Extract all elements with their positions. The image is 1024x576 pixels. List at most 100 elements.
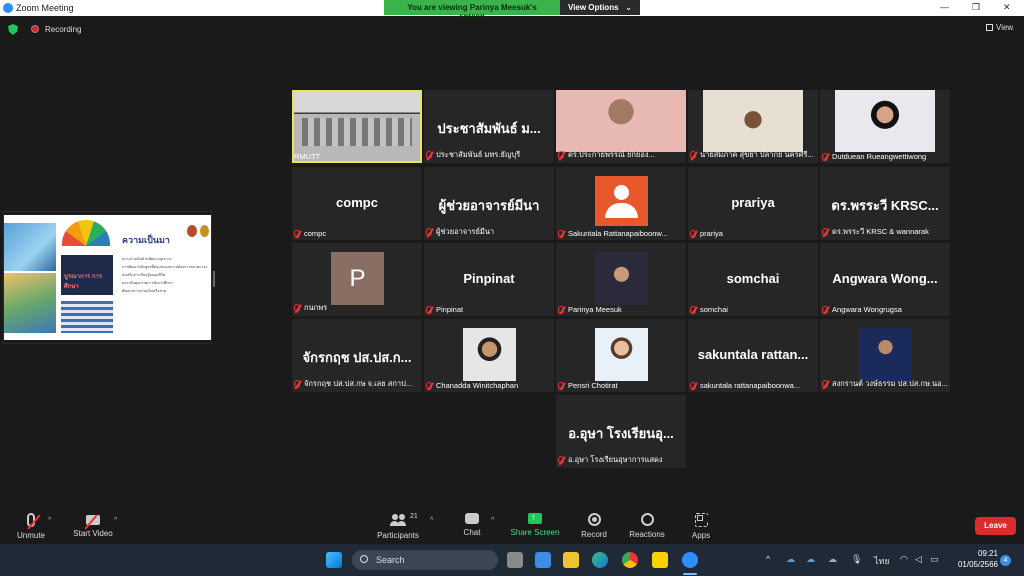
slide-bullet: ยกระดับคุณภาพการจัดการศึกษา <box>122 281 173 285</box>
unmute-button[interactable]: Unmute <box>14 513 48 540</box>
apps-button[interactable]: Apps <box>689 513 713 540</box>
chat-options-caret[interactable]: ^ <box>491 517 494 524</box>
file-explorer-icon[interactable] <box>563 552 579 568</box>
participant-name: sakuntala rattanapaiboonwa... <box>700 381 801 390</box>
language-indicator[interactable]: ไทย <box>874 554 890 568</box>
participant-video <box>595 252 648 305</box>
participant-name: จักรกฤช ปส.ปส.กษ จ.เลย สกาป... <box>304 379 413 388</box>
participants-options-caret[interactable]: ^ <box>430 517 433 524</box>
taskbar-search-box[interactable]: Search <box>352 550 498 570</box>
chrome-browser-icon[interactable] <box>622 552 638 568</box>
cloud-offline-icon[interactable]: ☁ <box>828 554 837 565</box>
battery-icon[interactable]: ▭ <box>930 554 939 565</box>
volume-icon[interactable]: ◁ <box>915 554 922 565</box>
notification-badge[interactable]: 4 <box>1000 555 1011 566</box>
participant-tile[interactable]: นายสมภาค สุขยา ปลากย นครศรี... <box>688 90 818 163</box>
zoom-taskbar-icon[interactable] <box>682 552 698 568</box>
participant-tile[interactable]: somchai somchai <box>688 243 818 316</box>
clock-date: 01/05/2566 <box>957 560 998 569</box>
windows-start-icon[interactable] <box>326 552 342 568</box>
muted-mic-icon <box>294 380 300 388</box>
participant-name: prariya <box>700 229 723 238</box>
share-screen-button[interactable]: Share Screen <box>509 512 561 537</box>
window-title: Zoom Meeting <box>16 3 74 13</box>
participant-tile[interactable]: Chanadda Winitchaphan <box>424 319 554 392</box>
participant-nameplate: sakuntala rattanapaiboonwa... <box>690 381 800 390</box>
participant-name: สงกรานต์ วงษ์ธรรม ปส.ปส.กษ.นอ... <box>832 379 948 388</box>
security-shield-icon[interactable] <box>8 24 18 35</box>
participant-tile[interactable]: P กนกพร <box>292 243 422 316</box>
onedrive-icon[interactable]: ☁ <box>786 554 795 565</box>
record-label: Record <box>581 530 607 539</box>
start-video-button[interactable]: Start Video <box>70 513 116 538</box>
muted-mic-icon <box>558 381 564 390</box>
participant-tile[interactable]: Sakuntala Rattanapaiboonw... <box>556 167 686 240</box>
view-options-button[interactable]: View Options ⌄ <box>560 0 640 15</box>
participant-tile[interactable]: ประชาสัมพันธ์ ม... ประชาสัมพันธ์ มทร.ธัญบ… <box>424 90 554 163</box>
sticky-notes-icon[interactable] <box>652 552 668 568</box>
app-l-icon[interactable] <box>535 552 551 568</box>
muted-mic-icon <box>822 380 828 388</box>
participant-tile[interactable]: Dutduean Rueangwettiwong <box>820 90 950 163</box>
wifi-icon[interactable]: ◠ <box>900 554 908 565</box>
view-button[interactable]: View <box>986 23 1013 32</box>
edge-browser-icon[interactable] <box>592 552 608 568</box>
slide-book-text: บูรณาการ การศึกษา <box>64 274 103 290</box>
tray-overflow-button[interactable]: ^ <box>766 554 770 564</box>
participant-name: Sakuntala Rattanapaiboonw... <box>568 229 668 238</box>
participant-tile[interactable]: prariya prariya <box>688 167 818 240</box>
participant-tile[interactable]: ผู้ช่วยอาจารย์มีนา ผู้ช่วยอาจารย์มีนา <box>424 167 554 240</box>
chat-icon <box>465 513 479 524</box>
participant-tile[interactable]: Parinya Meesuk <box>556 243 686 316</box>
slide-book-cover: บูรณาการ การศึกษา <box>61 255 113 295</box>
participant-name: somchai <box>700 305 728 314</box>
slide-title: ความเป็นมา <box>122 235 170 245</box>
participant-tile[interactable]: ดร.ประกายพรรณ์ ยกย่อง... <box>556 90 686 163</box>
participant-tile[interactable]: ดร.พรระวี KRSC... ดร.พรระวี KRSC & wannar… <box>820 167 950 240</box>
slide-bullet: ส่งเสริมการเรียนรู้ตลอดชีวิต <box>122 273 166 277</box>
chat-button[interactable]: Chat <box>459 513 485 537</box>
participant-tile[interactable]: RMUTT <box>292 90 422 163</box>
shared-screen[interactable]: ความเป็นมา บูรณาการ การศึกษา ความร่วมมือ… <box>4 215 211 340</box>
participant-tile[interactable]: sakuntala rattan... sakuntala rattanapaib… <box>688 319 818 392</box>
slide-bullet: ความร่วมมือด้านพัฒนาบุคลากร <box>122 257 172 261</box>
default-avatar-icon <box>595 176 648 226</box>
participant-tile[interactable]: อ.อุษา โรงเรียนอุ... อ.อุษา โรงเรียนอุษาก… <box>556 395 686 468</box>
muted-mic-icon <box>690 305 696 314</box>
muted-mic-icon <box>558 305 564 314</box>
reactions-button[interactable]: Reactions <box>628 513 666 539</box>
participant-nameplate: Dutduean Rueangwettiwong <box>822 152 926 161</box>
slide-table-graphic <box>61 301 113 333</box>
restore-button[interactable]: ❐ <box>972 2 980 13</box>
audio-options-caret[interactable]: ^ <box>48 517 51 524</box>
participant-tile[interactable]: Pinpinat Pinpinat <box>424 243 554 316</box>
onedrive-icon-2[interactable]: ☁ <box>806 554 815 565</box>
participant-display-name: compc <box>336 195 378 210</box>
microphone-icon[interactable]: 🎙 <box>851 554 862 565</box>
minimize-button[interactable]: — <box>940 2 949 12</box>
screen-share-banner: You are viewing Parinya Meesuk's screen … <box>384 0 640 21</box>
participant-tile[interactable]: compc compc <box>292 167 422 240</box>
taskbar-clock[interactable]: 09:21 01/05/2566 <box>950 548 998 570</box>
leave-button[interactable]: Leave <box>975 517 1016 535</box>
participant-name: Pinpinat <box>436 305 464 314</box>
record-button[interactable]: Record <box>579 513 609 539</box>
participant-tile[interactable]: สงกรานต์ วงษ์ธรรม ปส.ปส.กษ.นอ... <box>820 319 950 392</box>
task-view-icon[interactable] <box>507 552 523 568</box>
recording-label: Recording <box>45 25 82 34</box>
participant-video <box>556 90 686 152</box>
muted-mic-icon <box>690 381 696 390</box>
participant-video <box>835 90 935 152</box>
close-button[interactable]: ✕ <box>1003 2 1011 13</box>
reactions-label: Reactions <box>629 530 665 539</box>
participant-display-name: sakuntala rattan... <box>697 347 809 362</box>
participant-tile[interactable]: Pensri Chotirat <box>556 319 686 392</box>
slide-image-globe <box>4 223 56 271</box>
participant-tile[interactable]: Angwara Wong... Angwara Wongrugsa <box>820 243 950 316</box>
participant-name: Chanadda Winitchaphan <box>436 381 519 390</box>
participant-display-name: ผู้ช่วยอาจารย์มีนา <box>438 198 540 213</box>
split-resize-handle[interactable] <box>213 271 215 287</box>
video-options-caret[interactable]: ^ <box>114 517 117 524</box>
muted-mic-icon <box>426 381 432 390</box>
participant-tile[interactable]: จักรกฤช ปส.ปส.ก... จักรกฤช ปส.ปส.กษ จ.เลย… <box>292 319 422 392</box>
